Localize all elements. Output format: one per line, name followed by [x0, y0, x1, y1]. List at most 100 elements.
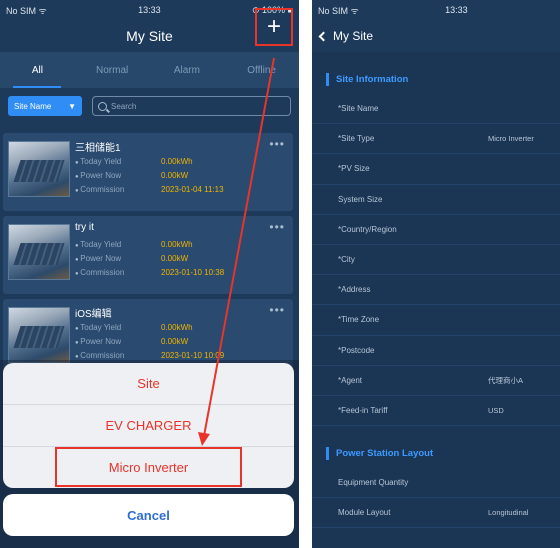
power-now-label: Power Now: [75, 171, 161, 180]
section-marker: [326, 446, 329, 460]
field-city[interactable]: *City: [312, 245, 560, 276]
site-thumbnail: [8, 307, 70, 363]
status-tabs: All Normal Alarm Offline: [0, 52, 299, 88]
plus-icon: +: [266, 13, 281, 40]
filter-bar: Site Name ▼ Search: [0, 88, 299, 124]
add-type-action-sheet: Site EV CHARGER Micro Inverter: [3, 363, 294, 488]
today-yield-value: 0.00kWh: [161, 157, 193, 166]
field-label: *Postcode: [338, 345, 375, 355]
today-yield-row: Today Yield 0.00kWh: [75, 323, 193, 332]
field-site-type[interactable]: *Site Type Micro Inverter: [312, 124, 560, 155]
field-value: USD: [488, 405, 504, 415]
commission-label: Commission: [75, 351, 161, 360]
add-site-button[interactable]: +: [255, 8, 293, 46]
field-label: *PV Size: [338, 164, 370, 174]
field-value: Micro Inverter: [488, 134, 534, 144]
site-thumbnail: [8, 141, 70, 197]
power-now-value: 0.00kW: [161, 337, 189, 346]
power-now-label: Power Now: [75, 254, 161, 263]
tab-normal[interactable]: Normal: [75, 52, 150, 88]
field-label: Equipment Quantity: [338, 478, 409, 488]
commission-row: Commission 2023-01-10 10:38: [75, 268, 224, 277]
my-site-screen: No SIM ᯤ 13:33 ⊙ 100% ■ My Site + All No…: [0, 0, 299, 548]
commission-value: 2023-01-10 10:09: [161, 351, 225, 360]
power-now-label: Power Now: [75, 337, 161, 346]
field-pv-size[interactable]: *PV Size: [312, 154, 560, 185]
chevron-left-icon: [318, 31, 329, 41]
cancel-button[interactable]: Cancel: [3, 494, 294, 536]
field-value: 代理商小A: [488, 375, 524, 385]
field-postcode[interactable]: *Postcode: [312, 336, 560, 366]
site-card[interactable]: try it ••• Today Yield 0.00kWh Power Now…: [3, 216, 293, 294]
section-title: Power Station Layout: [336, 447, 434, 459]
field-label: *Address: [338, 285, 371, 295]
power-now-row: Power Now 0.00kW: [75, 254, 188, 263]
option-site[interactable]: Site: [3, 363, 294, 405]
carrier-text: No SIM ᯤ: [318, 5, 359, 16]
tab-alarm[interactable]: Alarm: [150, 52, 225, 88]
search-input[interactable]: Search: [92, 96, 291, 116]
site-information-screen: No SIM ᯤ 13:33 My Site Site Information …: [312, 0, 560, 548]
back-label: My Site: [333, 29, 374, 43]
field-site-name[interactable]: *Site Name: [312, 94, 560, 125]
today-yield-value: 0.00kWh: [161, 323, 193, 332]
option-micro-inverter[interactable]: Micro Inverter: [55, 447, 242, 487]
time-text: 13:33: [138, 5, 161, 15]
carrier-text: No SIM ᯤ: [6, 5, 47, 16]
section-title: Site Information: [336, 73, 409, 85]
more-icon[interactable]: •••: [269, 137, 285, 151]
site-name: 三相储能1: [75, 143, 121, 154]
power-now-value: 0.00kW: [161, 171, 189, 180]
status-bar: No SIM ᯤ 13:33: [312, 0, 560, 20]
back-button[interactable]: My Site: [312, 20, 560, 52]
commission-value: 2023-01-04 11:13: [161, 185, 224, 194]
today-yield-label: Today Yield: [75, 157, 161, 166]
field-label: *City: [338, 255, 355, 265]
today-yield-label: Today Yield: [75, 240, 161, 249]
page-title: My Site: [126, 28, 173, 44]
field-label: Module Layout: [338, 508, 391, 518]
section-header-power-station-layout: Power Station Layout: [312, 438, 560, 468]
field-feed-in-tariff[interactable]: *Feed-in Tariff USD: [312, 396, 560, 427]
today-yield-row: Today Yield 0.00kWh: [75, 240, 193, 249]
field-module-layout[interactable]: Module Layout Longitudinal: [312, 498, 560, 529]
field-value: Longitudinal: [488, 508, 529, 518]
site-name: try it: [75, 222, 94, 233]
field-time-zone[interactable]: *Time Zone: [312, 305, 560, 336]
tab-all[interactable]: All: [0, 52, 75, 88]
commission-label: Commission: [75, 268, 161, 277]
field-label: *Agent: [338, 375, 363, 385]
site-thumbnail: [8, 224, 70, 280]
today-yield-value: 0.00kWh: [161, 240, 193, 249]
more-icon[interactable]: •••: [269, 220, 285, 234]
time-text: 13:33: [445, 5, 468, 15]
commission-row: Commission 2023-01-10 10:09: [75, 351, 224, 360]
site-name-select[interactable]: Site Name ▼: [8, 96, 82, 116]
commission-value: 2023-01-10 10:38: [161, 268, 225, 277]
field-label: *Site Name: [338, 104, 379, 114]
select-label: Site Name: [14, 101, 52, 111]
field-label: *Country/Region: [338, 224, 397, 234]
search-icon: [98, 101, 107, 111]
field-label: *Feed-in Tariff: [338, 405, 388, 415]
field-label: *Time Zone: [338, 315, 380, 325]
field-country-region[interactable]: *Country/Region: [312, 215, 560, 245]
section-marker: [326, 72, 329, 86]
tab-offline[interactable]: Offline: [224, 52, 299, 88]
search-placeholder: Search: [111, 101, 137, 111]
field-agent[interactable]: *Agent 代理商小A: [312, 366, 560, 396]
power-now-row: Power Now 0.00kW: [75, 337, 188, 346]
option-ev-charger[interactable]: EV CHARGER: [3, 405, 294, 447]
caret-down-icon: ▼: [68, 101, 76, 111]
field-equipment-quantity[interactable]: Equipment Quantity: [312, 468, 560, 499]
field-label: *Site Type: [338, 134, 375, 144]
section-header-site-information: Site Information: [312, 64, 560, 94]
more-icon[interactable]: •••: [269, 303, 285, 317]
commission-row: Commission 2023-01-04 11:13: [75, 185, 224, 194]
field-system-size[interactable]: System Size: [312, 185, 560, 215]
site-card[interactable]: 三相储能1 ••• Today Yield 0.00kWh Power Now …: [3, 133, 293, 211]
field-label: System Size: [338, 194, 383, 204]
power-now-row: Power Now 0.00kW: [75, 171, 188, 180]
commission-label: Commission: [75, 185, 161, 194]
field-address[interactable]: *Address: [312, 275, 560, 306]
